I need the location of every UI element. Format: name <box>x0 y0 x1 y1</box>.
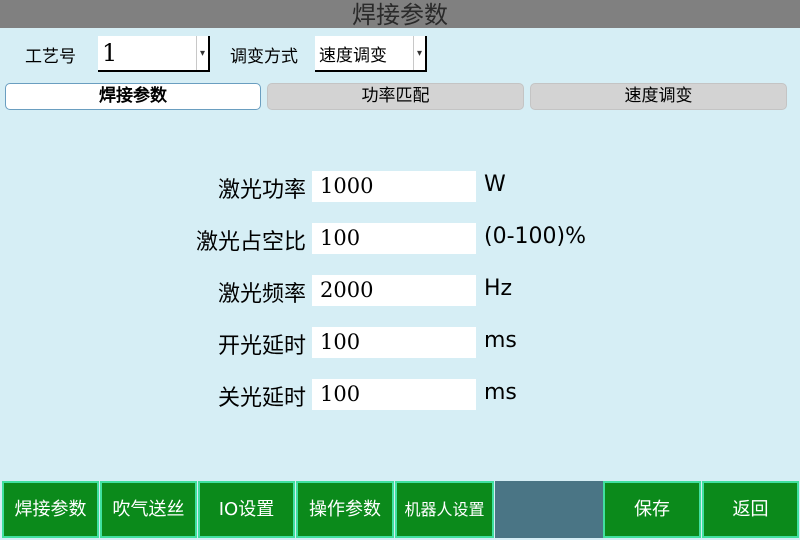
adjust-mode-value: 速度调变 <box>319 45 387 66</box>
light-on-delay-label: 开光延时 <box>217 334 306 359</box>
back-button[interactable]: 返回 <box>702 481 799 538</box>
process-number-select[interactable]: 1 ▾ <box>98 36 210 72</box>
window-title: 焊接参数 <box>352 1 448 29</box>
io-settings-button[interactable]: IO设置 <box>198 481 295 538</box>
title-bar: 焊接参数 <box>0 0 800 29</box>
robot-settings-button[interactable]: 机器人设置 <box>395 481 494 538</box>
light-off-delay-unit: ms <box>484 380 517 405</box>
operation-params-button[interactable]: 操作参数 <box>296 481 394 538</box>
gas-wire-button[interactable]: 吹气送丝 <box>100 481 197 538</box>
chevron-down-icon[interactable]: ▾ <box>413 36 425 70</box>
laser-frequency-label: 激光频率 <box>217 282 306 307</box>
tab-speed-modulation[interactable]: 速度调变 <box>530 83 787 110</box>
laser-frequency-unit: Hz <box>484 276 513 301</box>
adjust-mode-select[interactable]: 速度调变 ▾ <box>315 36 427 72</box>
light-off-delay-input[interactable]: 100 <box>312 379 476 410</box>
process-number-value: 1 <box>102 39 118 67</box>
laser-power-unit: W <box>484 172 506 197</box>
light-on-delay-input[interactable]: 100 <box>312 327 476 358</box>
light-off-delay-label: 关光延时 <box>217 386 306 411</box>
save-button[interactable]: 保存 <box>603 481 701 538</box>
process-number-label: 工艺号 <box>25 47 76 67</box>
laser-power-label: 激光功率 <box>217 178 306 203</box>
chevron-down-icon[interactable]: ▾ <box>196 36 208 70</box>
laser-duty-cycle-input[interactable]: 100 <box>312 223 476 254</box>
weld-params-button[interactable]: 焊接参数 <box>2 481 99 538</box>
laser-duty-cycle-unit: (0-100)% <box>484 224 586 249</box>
laser-power-input[interactable]: 1000 <box>312 171 476 202</box>
adjust-mode-label: 调变方式 <box>230 47 298 67</box>
nav-spacer <box>495 481 603 538</box>
tab-power-matching[interactable]: 功率匹配 <box>267 83 524 110</box>
light-on-delay-unit: ms <box>484 328 517 353</box>
tab-weld-params[interactable]: 焊接参数 <box>5 83 261 110</box>
laser-duty-cycle-label: 激光占空比 <box>195 230 306 255</box>
laser-frequency-input[interactable]: 2000 <box>312 275 476 306</box>
